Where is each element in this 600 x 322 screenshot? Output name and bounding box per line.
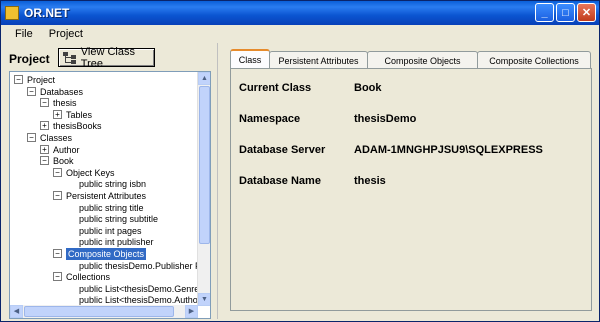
collapse-icon[interactable]: − (53, 249, 62, 258)
tab-persistent-attributes[interactable]: Persistent Attributes (269, 51, 368, 69)
tree-node-label: Persistent Attributes (66, 191, 147, 201)
tree-node-label: public thesisDemo.Publisher Pub (79, 260, 211, 271)
collapse-icon[interactable]: − (40, 98, 49, 108)
collapse-icon[interactable]: − (27, 86, 36, 96)
scroll-right-icon[interactable]: ▶ (185, 305, 198, 318)
expand-icon[interactable]: + (40, 121, 49, 131)
collapse-icon[interactable]: − (14, 75, 23, 84)
tab-composite-objects[interactable]: Composite Objects (367, 51, 478, 69)
tree-node-label: thesis (53, 98, 77, 109)
tab-class[interactable]: Class (230, 49, 270, 69)
collapse-icon[interactable]: − (53, 191, 62, 200)
expand-icon[interactable]: + (40, 144, 49, 154)
tree-node-label: public string title (79, 202, 144, 213)
project-label: Project (9, 52, 50, 66)
tree-node-label: Book (53, 156, 74, 167)
current-class-label: Current Class (239, 82, 312, 94)
collapse-icon[interactable]: − (53, 167, 62, 177)
current-class-value: Book (354, 82, 382, 94)
main-window: OR.NET _ □ ✕ File Project Project View C… (0, 0, 600, 322)
tree-node-label: Project (27, 75, 56, 85)
collapse-icon[interactable]: − (53, 272, 62, 282)
tree-vertical-scrollbar[interactable]: ▲ ▼ (197, 72, 210, 306)
project-tree[interactable]: − Project − Databases − thesis + Tables + thesisB… (9, 71, 211, 319)
class-tree-icon (62, 51, 77, 65)
collapse-icon[interactable]: − (27, 133, 36, 142)
tree-node-label: public string subtitle (79, 214, 159, 225)
scroll-left-icon[interactable]: ◀ (10, 305, 23, 318)
tab-composite-collections[interactable]: Composite Collections (477, 51, 591, 69)
expand-icon[interactable]: + (53, 109, 62, 119)
menu-bar: File Project (1, 25, 599, 43)
app-icon (5, 6, 19, 20)
namespace-label: Namespace (239, 113, 301, 125)
class-tab-content: Current Class Book Namespace thesisDemo … (230, 68, 592, 311)
database-name-label: Database Name (239, 175, 321, 187)
scroll-thumb[interactable] (199, 86, 210, 244)
database-server-value: ADAM-1MNGHPJSU9\SQLEXPRESS (354, 144, 543, 156)
tree-node-label: Object Keys (66, 167, 115, 178)
tree-node-label: public int publisher (79, 237, 154, 248)
project-panel: Project View Class Tree − Project − Databas… (3, 45, 213, 319)
tab-strip: Class Persistent Attributes Composite Ob… (230, 49, 591, 69)
close-button[interactable]: ✕ (577, 3, 596, 22)
view-class-tree-label: View Class Tree (80, 45, 135, 70)
database-name-value: thesis (354, 175, 386, 187)
scroll-thumb-horizontal[interactable] (24, 306, 174, 317)
tree-node-label: Collections (66, 272, 111, 283)
title-bar[interactable]: OR.NET _ □ ✕ (1, 1, 599, 25)
tree-node-label: Databases (40, 86, 84, 97)
tree-node-label: Composite Objects (66, 248, 147, 260)
scroll-down-icon[interactable]: ▼ (198, 293, 210, 306)
tree-node-label: Tables (66, 109, 93, 120)
maximize-button[interactable]: □ (556, 3, 575, 22)
namespace-value: thesisDemo (354, 113, 417, 125)
database-server-label: Database Server (239, 144, 326, 156)
tree-horizontal-scrollbar[interactable]: ◀ ▶ (10, 305, 198, 318)
collapse-icon[interactable]: − (40, 156, 49, 166)
tree-node-label: Classes (40, 133, 73, 143)
tree-node-label: thesisBooks (53, 121, 102, 132)
tree-node-label: public int pages (79, 225, 142, 236)
menu-file[interactable]: File (7, 28, 41, 40)
view-class-tree-button[interactable]: View Class Tree (58, 45, 155, 70)
tree-node-label: public List<thesisDemo.Genre> G (79, 283, 211, 294)
details-panel: Class Persistent Attributes Composite Ob… (217, 43, 598, 319)
window-title: OR.NET (24, 6, 70, 20)
menu-project[interactable]: Project (41, 28, 91, 40)
scroll-up-icon[interactable]: ▲ (198, 72, 210, 85)
tree-node-label: Author (53, 144, 80, 155)
minimize-button[interactable]: _ (535, 3, 554, 22)
tree-node-label: public string isbn (79, 179, 147, 190)
